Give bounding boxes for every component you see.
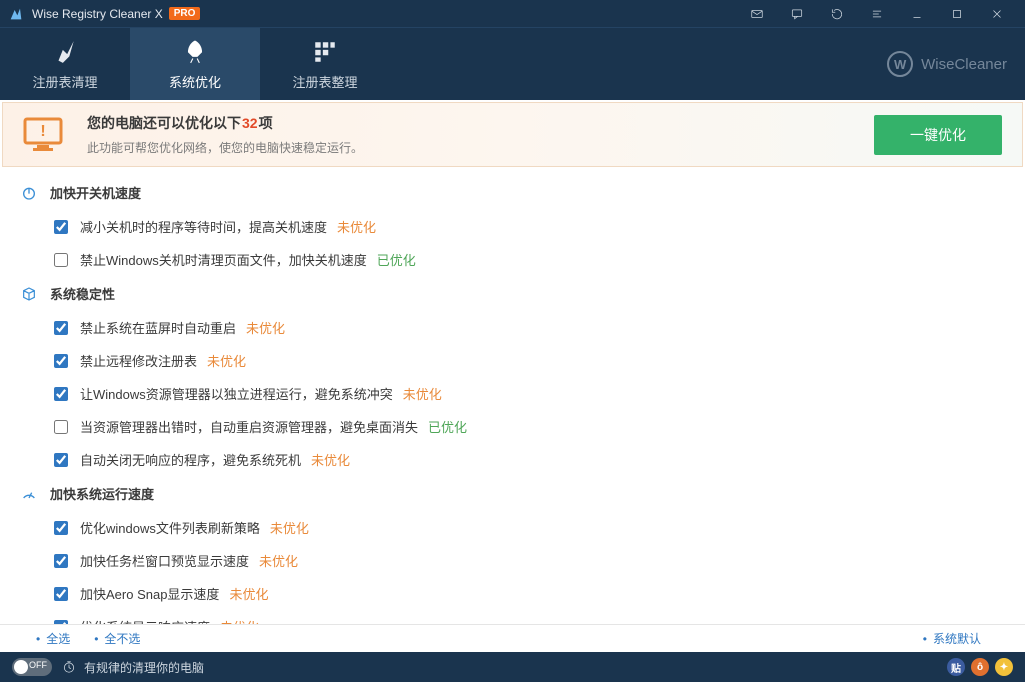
group-header[interactable]: 加快开关机速度 bbox=[0, 175, 1025, 210]
option-status: 未优化 bbox=[403, 384, 442, 403]
bullet-icon: • bbox=[36, 632, 40, 646]
option-status: 未优化 bbox=[207, 351, 246, 370]
svg-text:!: ! bbox=[40, 123, 45, 140]
option-status: 未优化 bbox=[337, 217, 376, 236]
app-title: Wise Registry Cleaner X bbox=[32, 7, 163, 21]
power-icon bbox=[20, 184, 38, 202]
option-status: 未优化 bbox=[246, 318, 285, 337]
bullet-icon: • bbox=[94, 632, 98, 646]
notice-banner: ! 您的电脑还可以优化以下32项 此功能可帮您优化网络，使您的电脑快速稳定运行。… bbox=[2, 102, 1023, 167]
weibo-icon[interactable]: ô bbox=[971, 658, 989, 676]
option-label: 加快Aero Snap显示速度 bbox=[80, 584, 219, 603]
option-label: 优化系统显示响应速度 bbox=[80, 617, 210, 624]
tab-system-optimize[interactable]: 系统优化 bbox=[130, 28, 260, 100]
tab-label: 系统优化 bbox=[169, 72, 221, 91]
option-checkbox[interactable] bbox=[54, 453, 68, 467]
selection-bar: • 全选 • 全不选 • 系统默认 bbox=[0, 624, 1025, 652]
tab-registry-clean[interactable]: 注册表清理 bbox=[0, 28, 130, 100]
option-checkbox[interactable] bbox=[54, 354, 68, 368]
option-label: 自动关闭无响应的程序，避免系统死机 bbox=[80, 450, 301, 469]
group-title: 系统稳定性 bbox=[50, 284, 115, 303]
schedule-toggle[interactable]: OFF bbox=[12, 658, 52, 676]
option-checkbox[interactable] bbox=[54, 387, 68, 401]
option-row: 让Windows资源管理器以独立进程运行，避免系统冲突未优化 bbox=[0, 377, 1025, 410]
refresh-icon[interactable] bbox=[817, 0, 857, 28]
title-bar: Wise Registry Cleaner X PRO bbox=[0, 0, 1025, 28]
brush-icon bbox=[52, 38, 78, 66]
select-none-link[interactable]: 全不选 bbox=[104, 630, 140, 647]
option-label: 减小关机时的程序等待时间，提高关机速度 bbox=[80, 217, 327, 236]
option-checkbox[interactable] bbox=[54, 321, 68, 335]
option-label: 禁止Windows关机时清理页面文件，加快关机速度 bbox=[80, 250, 367, 269]
brand-mark: W bbox=[887, 51, 913, 77]
option-row: 禁止系统在蓝屏时自动重启未优化 bbox=[0, 311, 1025, 344]
speed-icon bbox=[20, 485, 38, 503]
maximize-button[interactable] bbox=[937, 0, 977, 28]
clock-icon bbox=[62, 660, 76, 674]
tab-registry-defrag[interactable]: 注册表整理 bbox=[260, 28, 390, 100]
option-status: 已优化 bbox=[428, 417, 467, 436]
option-checkbox[interactable] bbox=[54, 220, 68, 234]
option-checkbox[interactable] bbox=[54, 587, 68, 601]
notice-headline: 您的电脑还可以优化以下32项 bbox=[87, 113, 854, 133]
option-label: 禁止系统在蓝屏时自动重启 bbox=[80, 318, 236, 337]
option-row: 禁止远程修改注册表未优化 bbox=[0, 344, 1025, 377]
option-row: 加快任务栏窗口预览显示速度未优化 bbox=[0, 544, 1025, 577]
option-status: 未优化 bbox=[311, 450, 350, 469]
cube-icon bbox=[20, 285, 38, 303]
nav-tabs: 注册表清理 系统优化 注册表整理 W WiseCleaner bbox=[0, 28, 1025, 100]
menu-icon[interactable] bbox=[857, 0, 897, 28]
tieba-icon[interactable]: 贴 bbox=[947, 658, 965, 676]
monitor-alert-icon: ! bbox=[23, 117, 63, 153]
option-row: 禁止Windows关机时清理页面文件，加快关机速度已优化 bbox=[0, 243, 1025, 276]
system-default-link[interactable]: 系统默认 bbox=[933, 630, 981, 647]
option-row: 优化windows文件列表刷新策略未优化 bbox=[0, 511, 1025, 544]
group-title: 加快开关机速度 bbox=[50, 183, 141, 202]
option-row: 减小关机时的程序等待时间，提高关机速度未优化 bbox=[0, 210, 1025, 243]
brand-logo: W WiseCleaner bbox=[887, 28, 1025, 100]
notice-subtext: 此功能可帮您优化网络，使您的电脑快速稳定运行。 bbox=[87, 139, 854, 156]
option-label: 当资源管理器出错时，自动重启资源管理器，避免桌面消失 bbox=[80, 417, 418, 436]
pro-badge: PRO bbox=[169, 7, 201, 20]
tab-label: 注册表清理 bbox=[32, 72, 97, 91]
option-status: 已优化 bbox=[377, 250, 416, 269]
group-header[interactable]: 系统稳定性 bbox=[0, 276, 1025, 311]
group-title: 加快系统运行速度 bbox=[50, 484, 154, 503]
brand-name: WiseCleaner bbox=[921, 56, 1007, 73]
group-header[interactable]: 加快系统运行速度 bbox=[0, 476, 1025, 511]
notice-count: 32 bbox=[242, 115, 258, 131]
option-label: 让Windows资源管理器以独立进程运行，避免系统冲突 bbox=[80, 384, 393, 403]
option-label: 禁止远程修改注册表 bbox=[80, 351, 197, 370]
footer-text: 有规律的清理你的电脑 bbox=[84, 659, 204, 676]
content-pane[interactable]: 加快开关机速度减小关机时的程序等待时间，提高关机速度未优化禁止Windows关机… bbox=[0, 167, 1025, 624]
option-checkbox[interactable] bbox=[54, 253, 68, 267]
option-row: 自动关闭无响应的程序，避免系统死机未优化 bbox=[0, 443, 1025, 476]
share-icon[interactable]: ✦ bbox=[995, 658, 1013, 676]
feedback-icon[interactable] bbox=[777, 0, 817, 28]
close-button[interactable] bbox=[977, 0, 1017, 28]
option-checkbox[interactable] bbox=[54, 521, 68, 535]
mail-icon[interactable] bbox=[737, 0, 777, 28]
option-label: 加快任务栏窗口预览显示速度 bbox=[80, 551, 249, 570]
bullet-icon: • bbox=[923, 632, 927, 646]
option-checkbox[interactable] bbox=[54, 420, 68, 434]
optimize-button[interactable]: 一键优化 bbox=[874, 115, 1002, 155]
option-checkbox[interactable] bbox=[54, 554, 68, 568]
option-status: 未优化 bbox=[220, 617, 259, 624]
social-icons: 贴 ô ✦ bbox=[947, 658, 1013, 676]
grid-icon bbox=[312, 38, 338, 66]
rocket-icon bbox=[182, 38, 208, 66]
option-status: 未优化 bbox=[270, 518, 309, 537]
app-icon bbox=[8, 6, 24, 22]
option-row: 加快Aero Snap显示速度未优化 bbox=[0, 577, 1025, 610]
minimize-button[interactable] bbox=[897, 0, 937, 28]
option-status: 未优化 bbox=[229, 584, 268, 603]
option-row: 优化系统显示响应速度 未优化 bbox=[0, 610, 1025, 624]
option-label: 优化windows文件列表刷新策略 bbox=[80, 518, 260, 537]
select-all-link[interactable]: 全选 bbox=[46, 630, 70, 647]
status-bar: OFF 有规律的清理你的电脑 贴 ô ✦ bbox=[0, 652, 1025, 682]
tab-label: 注册表整理 bbox=[292, 72, 357, 91]
option-status: 未优化 bbox=[259, 551, 298, 570]
option-row: 当资源管理器出错时，自动重启资源管理器，避免桌面消失已优化 bbox=[0, 410, 1025, 443]
